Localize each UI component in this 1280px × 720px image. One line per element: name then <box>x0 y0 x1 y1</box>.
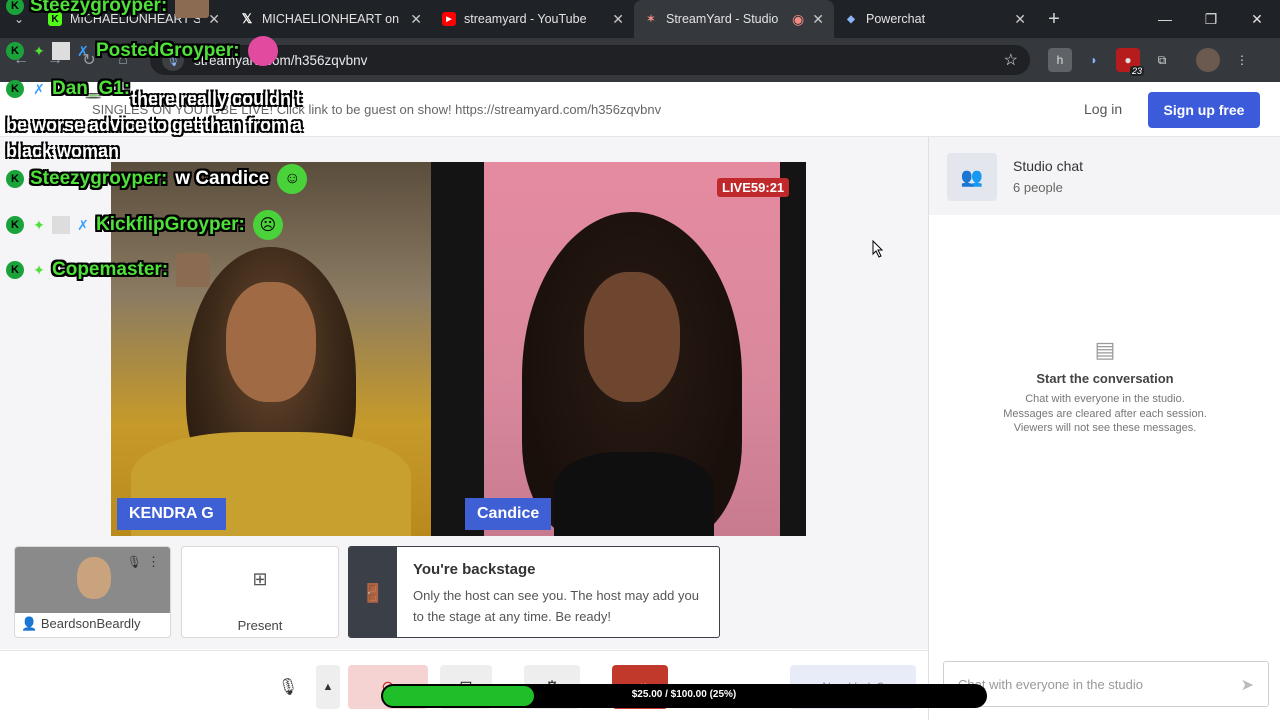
emote-icon: ☺ <box>277 164 308 194</box>
overlay-message: there really couldn't be worse advice to… <box>6 89 303 161</box>
present-screen-icon: ⊞ <box>252 568 268 589</box>
tab-powerchat[interactable]: ◆ Powerchat ✕ <box>834 0 1036 38</box>
chat-header: 👥 Studio chat 6 people <box>929 137 1280 215</box>
chat-bubble-icon: ▤ <box>1094 337 1116 362</box>
close-icon[interactable]: ✕ <box>208 11 220 28</box>
tab-streamyard[interactable]: ✶ StreamYard - Studio ◉ ✕ <box>634 0 834 38</box>
name-tag-left: KENDRA G <box>117 498 226 530</box>
profile-avatar[interactable] <box>1196 48 1220 72</box>
powerchat-icon: ◆ <box>847 13 855 25</box>
menu-dots-icon[interactable]: ⋮ <box>1230 48 1254 72</box>
user-avatar <box>176 253 211 287</box>
close-icon[interactable]: ✕ <box>812 11 824 28</box>
studio-chat-panel: 👥 Studio chat 6 people ▤ Start the conve… <box>928 137 1280 720</box>
sword-badge-icon: ✗ <box>77 216 89 233</box>
login-link[interactable]: Log in <box>1084 101 1122 117</box>
mic-toggle-icon[interactable]: 🎙 <box>266 665 310 709</box>
close-icon[interactable]: ✕ <box>612 11 624 28</box>
sparkle-badge-icon: ✦ <box>33 42 45 59</box>
present-button[interactable]: ⊞ Present <box>181 546 339 638</box>
participant-tile[interactable]: 🎙 ⋮ 👤 BeardsonBeardly <box>14 546 171 638</box>
live-badge: LIVE59:21 <box>717 178 790 197</box>
overlay-chat-line: K ✦ ✗ KickflipGroyper: ☹ <box>6 210 283 240</box>
overlay-chat-line: K Steezygroyper: w Candice ☺ <box>6 164 308 194</box>
kick-badge-icon: K <box>6 216 24 234</box>
overlay-chat-line: K ✦ Copemaster: <box>6 253 211 287</box>
audio-extension-icon[interactable]: ◗ <box>1082 48 1106 72</box>
video-feed-right <box>484 162 780 536</box>
sparkle-badge-icon: ✦ <box>33 216 45 233</box>
youtube-icon: ▶ <box>442 12 456 26</box>
recording-icon: ◉ <box>792 10 805 27</box>
close-icon[interactable]: ✕ <box>1014 11 1026 28</box>
sword-badge-icon: ✗ <box>77 42 89 59</box>
puzzle-icon[interactable]: ⧉ <box>1150 48 1174 72</box>
image-badge-icon <box>52 216 70 234</box>
extension-badge-icon[interactable]: ● 23 <box>1116 48 1144 76</box>
tab-x[interactable]: 𝕏 MICHAELIONHEART on X ✕ <box>230 0 432 38</box>
emote-icon <box>247 36 278 66</box>
person-icon: 👤 <box>21 616 41 631</box>
streamyard-icon: ✶ <box>646 13 656 25</box>
chat-input[interactable]: Chat with everyone in the studio ➤ <box>943 661 1269 707</box>
kick-badge-icon: K <box>6 0 24 15</box>
mouse-cursor-icon <box>872 240 884 258</box>
door-icon: 🚪 <box>349 547 397 637</box>
mic-icon[interactable]: 🎙 <box>127 555 142 569</box>
chat-empty-state: ▤ Start the conversation Chat with every… <box>929 337 1280 436</box>
extension-icon[interactable]: h <box>1048 48 1072 72</box>
sparkle-badge-icon: ✦ <box>33 261 45 278</box>
kick-badge-icon: K <box>6 261 24 279</box>
signup-button[interactable]: Sign up free <box>1148 92 1260 128</box>
tab-youtube[interactable]: ▶ streamyard - YouTube ✕ <box>432 0 634 38</box>
name-tag-right: Candice <box>465 498 552 530</box>
restore-icon[interactable]: ❐ <box>1188 0 1234 38</box>
window-controls: — ❐ ✕ <box>1142 0 1280 38</box>
emote-icon: ☹ <box>252 210 283 240</box>
overlay-chat-line: K Steezygroyper: <box>6 0 210 18</box>
minimize-icon[interactable]: — <box>1142 0 1188 38</box>
kick-badge-icon: K <box>6 42 24 60</box>
close-icon[interactable]: ✕ <box>410 11 422 28</box>
extensions-area: h ◗ ● 23 ⧉ ⋮ <box>1048 48 1254 76</box>
backstage-notice: 🚪 You're backstage Only the host can see… <box>348 546 720 638</box>
send-icon[interactable]: ➤ <box>1241 675 1254 695</box>
close-window-icon[interactable]: ✕ <box>1234 0 1280 38</box>
donation-goal-bar: $25.00 / $100.00 (25%) <box>381 684 987 708</box>
overlay-chat-line: K ✦ ✗ PostedGroyper: <box>6 36 278 66</box>
mic-options-chevron-icon[interactable]: ▲ <box>316 665 340 709</box>
bookmark-star-icon[interactable]: ☆ <box>1004 50 1018 70</box>
new-tab-button[interactable]: + <box>1036 8 1072 31</box>
user-avatar <box>175 0 210 18</box>
image-badge-icon <box>52 42 70 60</box>
kick-badge-icon: K <box>6 170 24 188</box>
url-field[interactable]: 🎙 streamyard.com/h356zqvbnv ☆ <box>150 45 1030 75</box>
x-icon: 𝕏 <box>241 11 253 26</box>
more-options-icon[interactable]: ⋮ <box>147 554 160 570</box>
people-icon: 👥 <box>947 153 997 201</box>
